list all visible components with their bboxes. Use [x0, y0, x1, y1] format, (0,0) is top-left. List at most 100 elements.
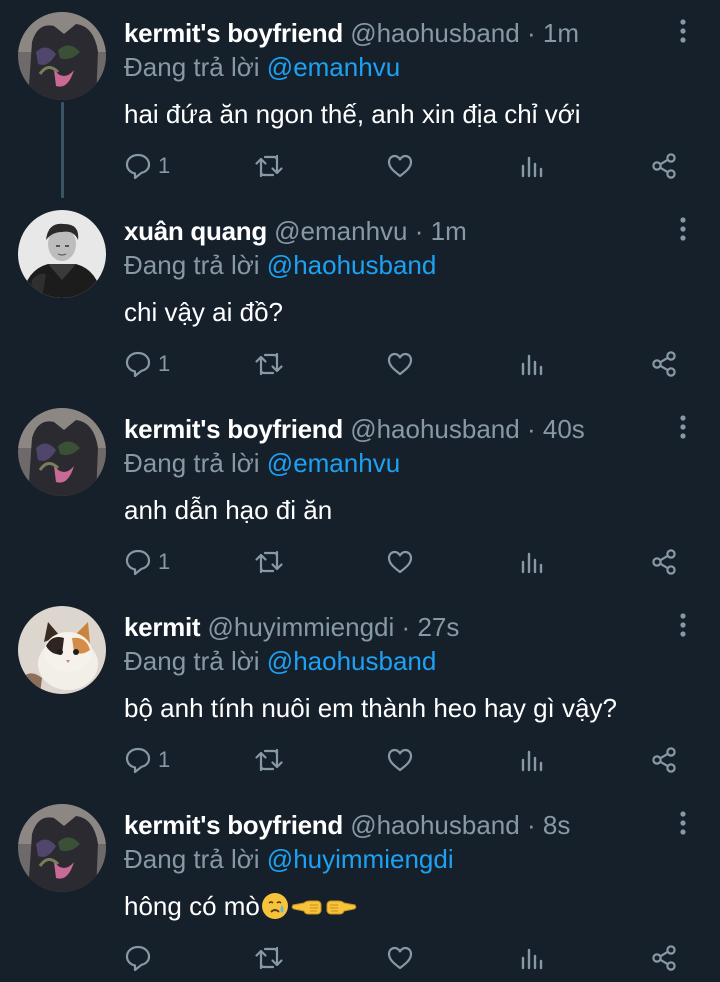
reply-to-handle-link[interactable]: @haohusband: [267, 646, 437, 676]
bar-chart-icon: [521, 354, 543, 376]
avatar[interactable]: [18, 12, 106, 100]
retweet-button[interactable]: [254, 740, 284, 780]
bar-chart-icon: [521, 552, 543, 574]
user-handle[interactable]: @haohusband: [350, 18, 520, 48]
user-handle[interactable]: @haohusband: [350, 414, 520, 444]
tweet-actions: [0, 938, 720, 978]
tweet-item[interactable]: kermit's boyfriend @haohusband · 40s Đan…: [0, 396, 720, 594]
more-options-icon[interactable]: [668, 412, 698, 442]
user-handle[interactable]: @huyimmiengdi: [207, 612, 394, 642]
tweet-text: anh dẫn hạo đi ăn: [124, 495, 333, 525]
tweet-header: kermit's boyfriend @haohusband · 8s: [124, 808, 570, 842]
tweet-header: kermit @huyimmiengdi · 27s: [124, 610, 459, 644]
display-name[interactable]: kermit's boyfriend: [124, 414, 343, 444]
timestamp[interactable]: 27s: [417, 612, 459, 642]
reply-count: 1: [158, 747, 171, 772]
display-name[interactable]: kermit's boyfriend: [124, 810, 343, 840]
share-icon: [652, 153, 676, 179]
display-name[interactable]: kermit: [124, 612, 201, 642]
avatar[interactable]: [18, 210, 106, 298]
avatar[interactable]: [18, 606, 106, 694]
more-options-icon[interactable]: [668, 808, 698, 838]
retweet-button[interactable]: [254, 344, 284, 384]
share-button[interactable]: [650, 740, 678, 780]
share-button[interactable]: [650, 344, 678, 384]
like-button[interactable]: [386, 938, 414, 978]
user-handle[interactable]: @emanhvu: [274, 216, 407, 246]
tweet-text: chi vậy ai đồ?: [124, 297, 283, 327]
analytics-button[interactable]: [518, 542, 546, 582]
analytics-button[interactable]: [518, 938, 546, 978]
replying-to-line: Đang trả lời @haohusband: [124, 644, 436, 678]
separator-dot: ·: [526, 414, 536, 444]
bar-chart-icon: [521, 948, 543, 970]
display-name[interactable]: xuân quang: [124, 216, 267, 246]
analytics-button[interactable]: [518, 740, 546, 780]
pointing-right-hand-emoji-icon: [326, 900, 357, 915]
tweet-thread: kermit's boyfriend @haohusband · 1m Đang…: [0, 0, 720, 982]
tweet-header: kermit's boyfriend @haohusband · 1m: [124, 16, 579, 50]
more-options-icon[interactable]: [668, 16, 698, 46]
retweet-button[interactable]: [254, 146, 284, 186]
more-options-icon[interactable]: [668, 610, 698, 640]
tweet-text: hông có mò: [124, 891, 260, 921]
user-handle[interactable]: @haohusband: [350, 810, 520, 840]
bar-chart-icon: [521, 750, 543, 772]
share-button[interactable]: [650, 938, 678, 978]
like-button[interactable]: [386, 344, 414, 384]
reply-button[interactable]: 1: [124, 344, 170, 384]
tweet-actions: 1: [0, 740, 720, 780]
reply-to-handle-link[interactable]: @emanhvu: [267, 448, 400, 478]
heart-icon: [387, 154, 413, 178]
reply-count: 1: [158, 351, 171, 376]
like-button[interactable]: [386, 542, 414, 582]
display-name[interactable]: kermit's boyfriend: [124, 18, 343, 48]
replying-to-line: Đang trả lời @emanhvu: [124, 446, 400, 480]
timestamp[interactable]: 1m: [431, 216, 467, 246]
replying-to-label: Đang trả lời: [124, 844, 260, 874]
like-button[interactable]: [386, 740, 414, 780]
tweet-header: kermit's boyfriend @haohusband · 40s: [124, 412, 585, 446]
dark-cat-avatar-icon: [18, 12, 106, 100]
dark-cat-avatar-icon: [18, 804, 106, 892]
reply-button[interactable]: 1: [124, 146, 170, 186]
reply-button[interactable]: 1: [124, 542, 170, 582]
avatar[interactable]: [18, 804, 106, 892]
calico-cat-avatar-icon: [18, 606, 106, 694]
reply-to-handle-link[interactable]: @haohusband: [267, 250, 437, 280]
retweet-icon: [255, 154, 283, 178]
analytics-button[interactable]: [518, 344, 546, 384]
share-button[interactable]: [650, 542, 678, 582]
share-button[interactable]: [650, 146, 678, 186]
replying-to-line: Đang trả lời @huyimmiengdi: [124, 842, 454, 876]
tweet-actions: 1: [0, 146, 720, 186]
tweet-item[interactable]: kermit @huyimmiengdi · 27s Đang trả lời …: [0, 594, 720, 792]
avatar[interactable]: [18, 408, 106, 496]
like-button[interactable]: [386, 146, 414, 186]
heart-icon: [387, 748, 413, 772]
retweet-button[interactable]: [254, 542, 284, 582]
reply-icon: [125, 153, 151, 180]
heart-icon: [387, 550, 413, 574]
share-icon: [652, 747, 676, 773]
tweet-item[interactable]: kermit's boyfriend @haohusband · 1m Đang…: [0, 0, 720, 198]
tweet-item[interactable]: kermit's boyfriend @haohusband · 8s Đang…: [0, 792, 720, 982]
reply-to-handle-link[interactable]: @emanhvu: [267, 52, 400, 82]
timestamp[interactable]: 40s: [543, 414, 585, 444]
tweet-item[interactable]: xuân quang @emanhvu · 1m Đang trả lời @h…: [0, 198, 720, 396]
reply-to-handle-link[interactable]: @huyimmiengdi: [267, 844, 454, 874]
retweet-button[interactable]: [254, 938, 284, 978]
timestamp[interactable]: 8s: [543, 810, 570, 840]
retweet-icon: [255, 748, 283, 772]
reply-button[interactable]: 1: [124, 740, 170, 780]
tweet-text: bộ anh tính nuôi em thành heo hay gì vậy…: [124, 693, 617, 723]
reply-count: 1: [158, 549, 171, 574]
separator-dot: ·: [526, 810, 536, 840]
analytics-button[interactable]: [518, 146, 546, 186]
more-options-icon[interactable]: [668, 214, 698, 244]
timestamp[interactable]: 1m: [543, 18, 579, 48]
reply-button[interactable]: [124, 938, 158, 978]
replying-to-label: Đang trả lời: [124, 52, 260, 82]
tweet-text: hai đứa ăn ngon thế, anh xin địa chỉ với: [124, 99, 581, 129]
retweet-icon: [255, 550, 283, 574]
